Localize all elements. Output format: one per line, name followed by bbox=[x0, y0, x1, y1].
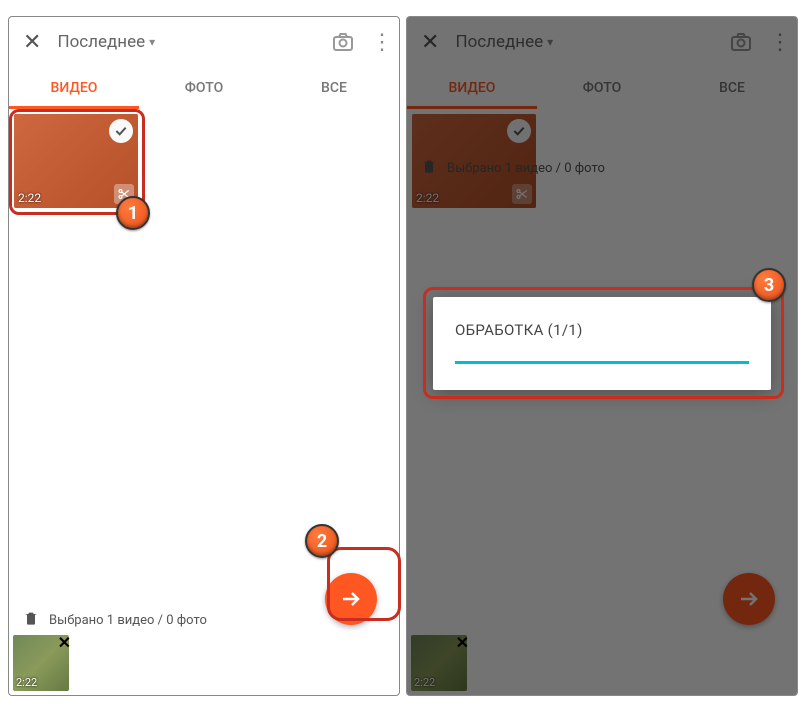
progress-bar bbox=[455, 361, 749, 364]
next-fab[interactable] bbox=[325, 573, 377, 625]
gallery-grid: 2:22 bbox=[9, 109, 399, 213]
screen-processing: ✕ Последнее ⋮ ВИДЕО ФОТО ВСЕ 2:22 Выбран… bbox=[406, 16, 798, 696]
camera-icon[interactable] bbox=[331, 30, 355, 54]
processing-dialog: ОБРАБОТКА (1/1) bbox=[433, 297, 771, 390]
check-icon bbox=[109, 119, 133, 143]
album-dropdown[interactable]: Последнее bbox=[57, 32, 315, 52]
tab-video[interactable]: ВИДЕО bbox=[9, 67, 139, 109]
mini-duration: 2:22 bbox=[16, 676, 37, 689]
selection-text: Выбрано 1 видео / 0 фото bbox=[49, 613, 207, 628]
remove-icon[interactable]: ✕ bbox=[58, 633, 71, 652]
video-thumbnail[interactable]: 2:22 bbox=[14, 114, 138, 208]
mini-thumbnail[interactable]: ✕ 2:22 bbox=[13, 635, 69, 691]
tabs: ВИДЕО ФОТО ВСЕ bbox=[9, 67, 399, 109]
more-icon[interactable]: ⋮ bbox=[371, 30, 385, 55]
thumbnail-duration: 2:22 bbox=[18, 191, 41, 205]
trash-icon[interactable] bbox=[23, 610, 39, 630]
step-badge: 3 bbox=[752, 268, 786, 302]
topbar: ✕ Последнее ⋮ bbox=[9, 17, 399, 67]
close-icon[interactable]: ✕ bbox=[23, 30, 41, 55]
step-badge: 2 bbox=[305, 524, 339, 558]
selected-strip: ✕ 2:22 bbox=[13, 635, 69, 691]
tab-photo[interactable]: ФОТО bbox=[139, 67, 269, 109]
step-badge: 1 bbox=[116, 196, 150, 230]
screen-gallery: ✕ Последнее ⋮ ВИДЕО ФОТО ВСЕ 2:22 Выбран… bbox=[8, 16, 400, 696]
tab-all[interactable]: ВСЕ bbox=[269, 67, 399, 109]
dialog-title: ОБРАБОТКА (1/1) bbox=[455, 321, 749, 339]
